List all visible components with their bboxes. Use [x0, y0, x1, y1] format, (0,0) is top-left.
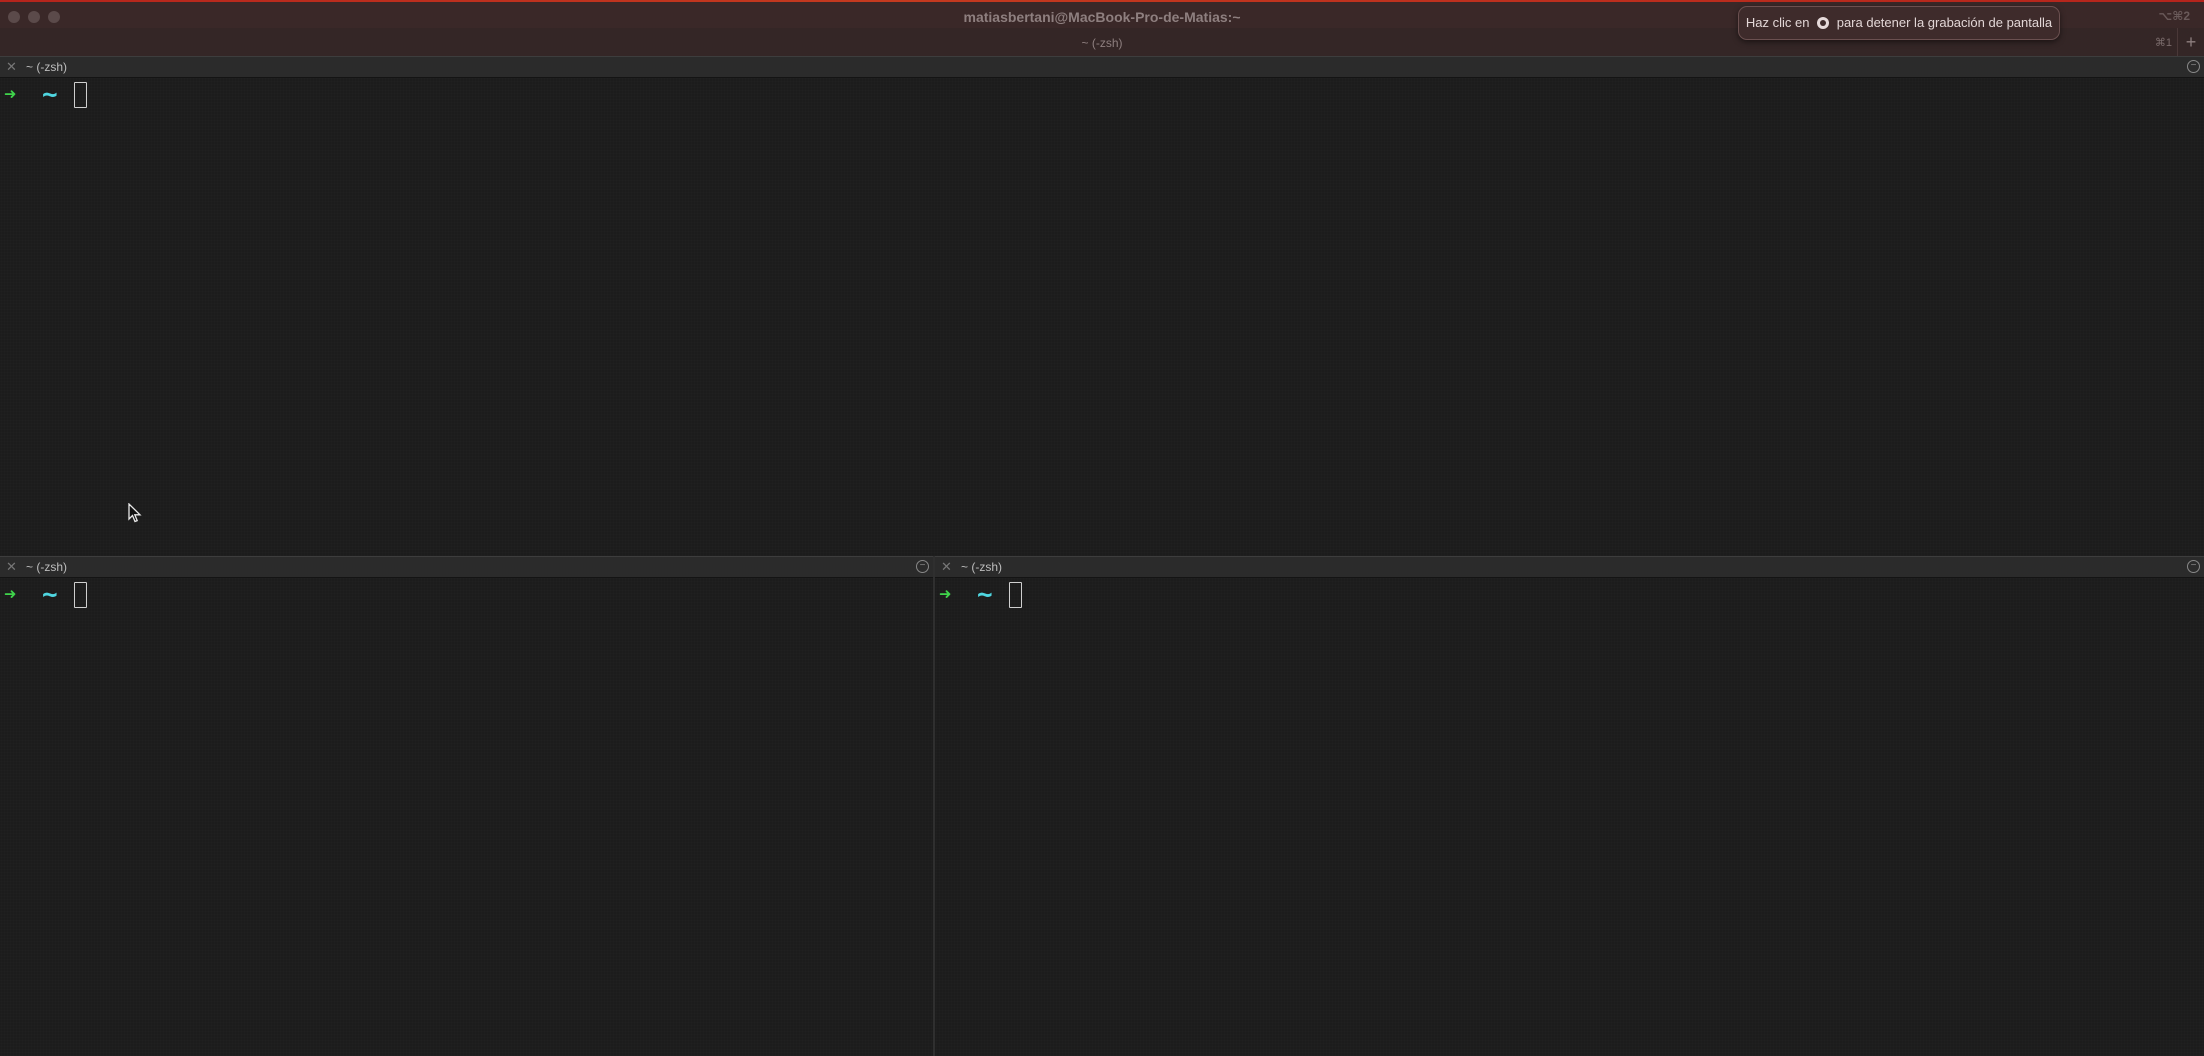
recording-text-after: para detener la grabación de pantalla: [1836, 15, 2053, 30]
new-tab-button[interactable]: +: [2177, 28, 2204, 56]
tab-shortcut: ⌘1: [2154, 37, 2172, 49]
terminal-window: matiasbertani@MacBook-Pro-de-Matias:~ ⌥⌘…: [0, 0, 2204, 1056]
pane-header: ✕ ~ (-zsh) −: [935, 556, 2204, 578]
pane-top[interactable]: ✕ ~ (-zsh) − ➜ ~: [0, 56, 2204, 556]
prompt-arrow: ➜: [4, 582, 17, 606]
mouse-pointer-icon: [128, 502, 142, 528]
text-cursor: [74, 82, 87, 108]
text-cursor: [1009, 582, 1022, 608]
close-icon[interactable]: ✕: [941, 560, 952, 574]
maximize-icon[interactable]: −: [2187, 60, 2200, 73]
close-icon[interactable]: ✕: [6, 560, 17, 574]
record-stop-icon[interactable]: [1817, 16, 1830, 29]
pane-bottom-left[interactable]: ✕ ~ (-zsh) − ➜ ~: [0, 556, 933, 1056]
close-icon[interactable]: ✕: [6, 60, 17, 74]
pane-title: ~ (-zsh): [26, 560, 68, 574]
prompt-arrow: ➜: [939, 582, 952, 606]
pane-bottom-right[interactable]: ✕ ~ (-zsh) − ➜ ~: [935, 556, 2204, 1056]
screen-recording-banner[interactable]: Haz clic en para detener la grabación de…: [1738, 6, 2060, 40]
recording-text-before: Haz clic en: [1745, 15, 1810, 30]
prompt-arrow: ➜: [4, 82, 17, 106]
window-shortcut: ⌥⌘2: [2158, 9, 2190, 23]
prompt-cwd: ~: [977, 580, 993, 610]
pane-header: ✕ ~ (-zsh) −: [0, 56, 2204, 78]
pane-title: ~ (-zsh): [26, 60, 68, 74]
maximize-icon[interactable]: −: [916, 560, 929, 573]
pane-header: ✕ ~ (-zsh) −: [0, 556, 933, 578]
text-cursor: [74, 582, 87, 608]
pane-title: ~ (-zsh): [961, 560, 1003, 574]
maximize-icon[interactable]: −: [2187, 560, 2200, 573]
prompt-cwd: ~: [42, 80, 58, 110]
prompt-cwd: ~: [42, 580, 58, 610]
